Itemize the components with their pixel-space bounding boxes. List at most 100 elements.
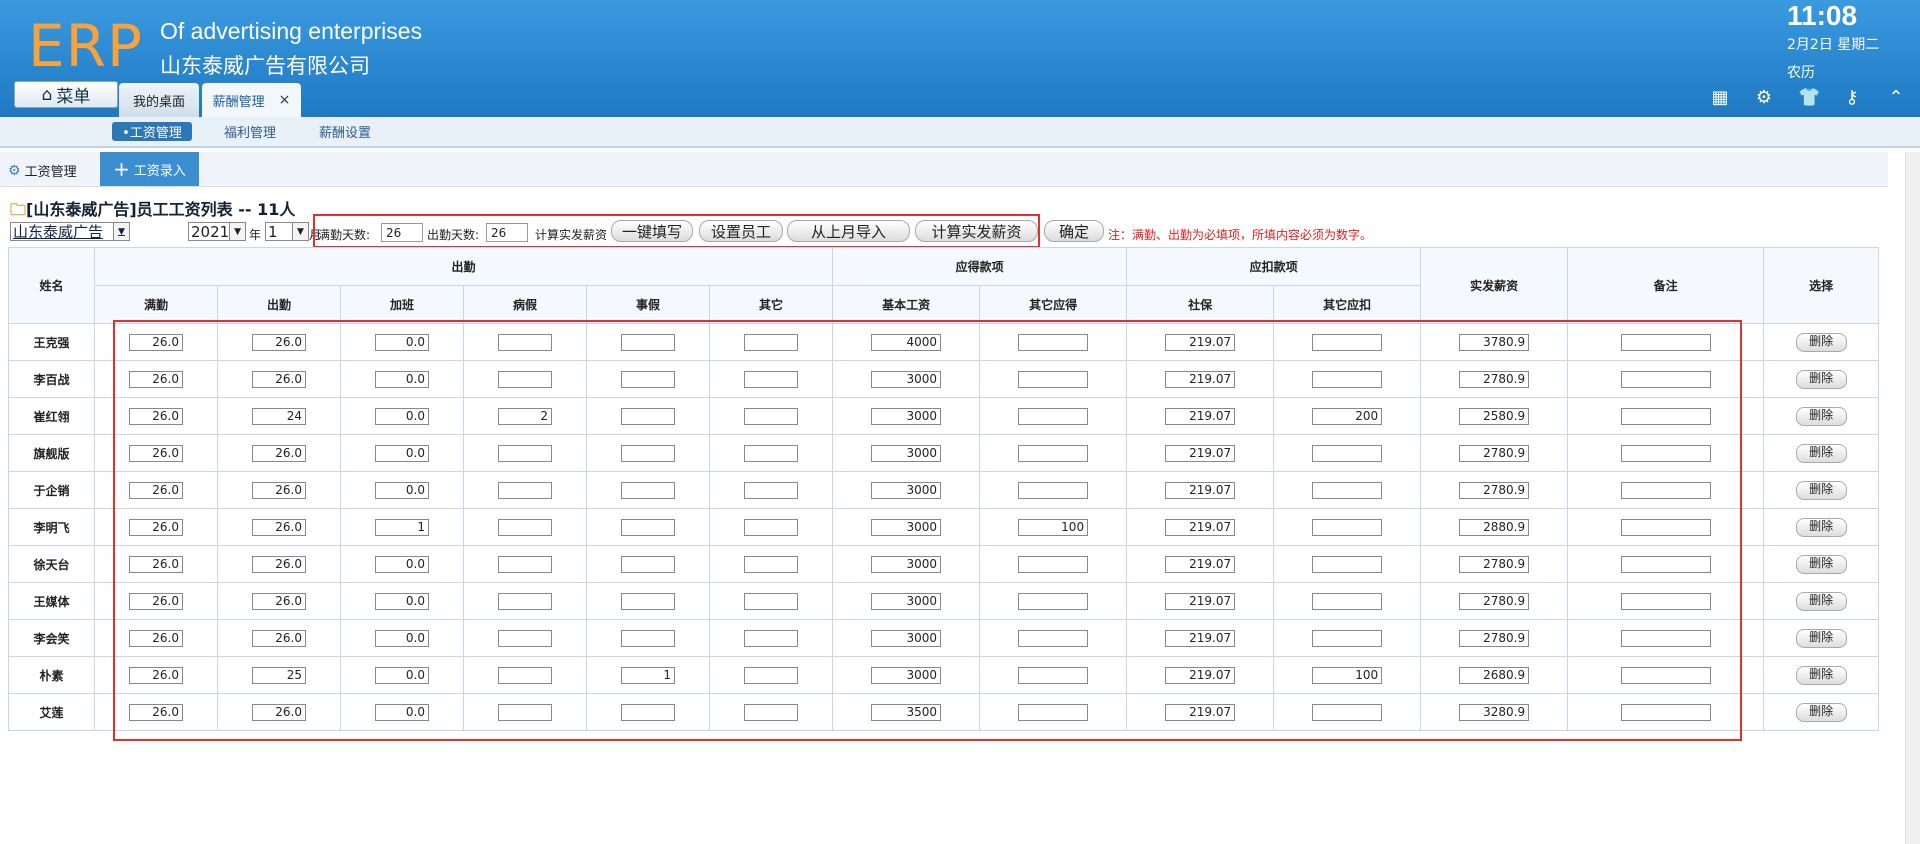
sick-input[interactable] [498, 481, 552, 499]
personal-input[interactable] [621, 518, 675, 536]
overtime-input[interactable]: 0.0 [375, 444, 429, 462]
remark-input[interactable] [1620, 518, 1711, 536]
other-deduct-input[interactable] [1312, 555, 1383, 573]
other-deduct-input[interactable] [1312, 370, 1383, 388]
vertical-scrollbar[interactable] [1905, 152, 1920, 844]
other-pay-input[interactable]: 100 [1018, 518, 1089, 536]
menu-button[interactable]: ⌂ 菜单 [14, 81, 118, 108]
full-input[interactable]: 26.0 [129, 370, 183, 388]
personal-input[interactable]: 1 [621, 666, 675, 684]
net-salary-input[interactable]: 2880.9 [1459, 518, 1530, 536]
attend-input[interactable]: 26.0 [252, 592, 306, 610]
salary-breadcrumb[interactable]: ⚙ 工资管理 [8, 161, 77, 181]
personal-input[interactable] [621, 370, 675, 388]
full-input[interactable]: 26.0 [129, 666, 183, 684]
attend-input[interactable]: 26.0 [252, 481, 306, 499]
other-pay-input[interactable] [1018, 666, 1089, 684]
net-salary-input[interactable]: 2780.9 [1459, 555, 1530, 573]
full-input[interactable]: 26.0 [129, 518, 183, 536]
full-input[interactable]: 26.0 [129, 333, 183, 351]
personal-input[interactable] [621, 592, 675, 610]
net-salary-input[interactable]: 2780.9 [1459, 481, 1530, 499]
sick-input[interactable] [498, 703, 552, 721]
gear-icon[interactable]: ⚙ [1754, 88, 1774, 108]
attend-input[interactable]: 26.0 [252, 444, 306, 462]
other-input[interactable] [744, 407, 799, 425]
remark-input[interactable] [1620, 370, 1711, 388]
other-deduct-input[interactable] [1312, 592, 1383, 610]
net-salary-input[interactable]: 2780.9 [1459, 629, 1530, 647]
social-input[interactable]: 219.07 [1165, 666, 1236, 684]
full-input[interactable]: 26.0 [129, 592, 183, 610]
sick-input[interactable] [498, 555, 552, 573]
remark-input[interactable] [1620, 481, 1711, 499]
other-deduct-input[interactable] [1312, 703, 1383, 721]
net-salary-input[interactable]: 2680.9 [1459, 666, 1530, 684]
other-pay-input[interactable] [1018, 481, 1089, 499]
base-salary-input[interactable]: 3000 [871, 370, 942, 388]
delete-button[interactable]: 删除 [1795, 591, 1847, 611]
full-input[interactable]: 26.0 [129, 629, 183, 647]
base-salary-input[interactable]: 3000 [871, 518, 942, 536]
net-salary-input[interactable]: 3280.9 [1459, 703, 1530, 721]
full-input[interactable]: 26.0 [129, 407, 183, 425]
grid-icon[interactable]: ▦ [1710, 88, 1730, 108]
other-pay-input[interactable] [1018, 333, 1089, 351]
personal-input[interactable] [621, 333, 675, 351]
remark-input[interactable] [1620, 703, 1711, 721]
net-salary-input[interactable]: 2780.9 [1459, 370, 1530, 388]
attend-input[interactable]: 26.0 [252, 518, 306, 536]
base-salary-input[interactable]: 3000 [871, 407, 942, 425]
overtime-input[interactable]: 0.0 [375, 481, 429, 499]
other-input[interactable] [744, 629, 799, 647]
base-salary-input[interactable]: 3000 [871, 592, 942, 610]
subnav-welfare-management[interactable]: 福利管理 [215, 122, 285, 141]
overtime-input[interactable]: 0.0 [375, 703, 429, 721]
key-icon[interactable]: ⚷ [1842, 88, 1862, 108]
social-input[interactable]: 219.07 [1165, 333, 1236, 351]
base-salary-input[interactable]: 3000 [871, 629, 942, 647]
sick-input[interactable] [498, 444, 552, 462]
remark-input[interactable] [1620, 333, 1711, 351]
social-input[interactable]: 219.07 [1165, 518, 1236, 536]
delete-button[interactable]: 删除 [1795, 443, 1847, 463]
net-salary-input[interactable]: 3780.9 [1459, 333, 1530, 351]
other-pay-input[interactable] [1018, 703, 1089, 721]
other-pay-input[interactable] [1018, 592, 1089, 610]
sick-input[interactable] [498, 333, 552, 351]
overtime-input[interactable]: 0.0 [375, 666, 429, 684]
sick-input[interactable] [498, 629, 552, 647]
other-deduct-input[interactable]: 200 [1312, 407, 1383, 425]
delete-button[interactable]: 删除 [1795, 702, 1847, 722]
full-input[interactable]: 26.0 [129, 481, 183, 499]
personal-input[interactable] [621, 444, 675, 462]
overtime-input[interactable]: 0.0 [375, 407, 429, 425]
net-salary-input[interactable]: 2580.9 [1459, 407, 1530, 425]
social-input[interactable]: 219.07 [1165, 703, 1236, 721]
remark-input[interactable] [1620, 555, 1711, 573]
full-input[interactable]: 26.0 [129, 444, 183, 462]
attend-input[interactable]: 26.0 [252, 555, 306, 573]
other-pay-input[interactable] [1018, 407, 1089, 425]
other-input[interactable] [744, 518, 799, 536]
other-input[interactable] [744, 555, 799, 573]
base-salary-input[interactable]: 3000 [871, 444, 942, 462]
base-salary-input[interactable]: 3000 [871, 481, 942, 499]
social-input[interactable]: 219.07 [1165, 555, 1236, 573]
other-deduct-input[interactable] [1312, 444, 1383, 462]
other-input[interactable] [744, 333, 799, 351]
base-salary-input[interactable]: 3500 [871, 703, 942, 721]
collapse-icon[interactable]: ⌃ [1886, 88, 1906, 108]
other-pay-input[interactable] [1018, 370, 1089, 388]
confirm-button[interactable]: 确定 [1044, 220, 1104, 242]
personal-input[interactable] [621, 703, 675, 721]
subnav-salary-management[interactable]: •工资管理 [112, 122, 192, 141]
base-salary-input[interactable]: 3000 [871, 555, 942, 573]
delete-button[interactable]: 删除 [1795, 517, 1847, 537]
other-pay-input[interactable] [1018, 555, 1089, 573]
company-select[interactable]: 山东泰威广告 ▼ [10, 222, 130, 241]
remark-input[interactable] [1620, 666, 1711, 684]
delete-button[interactable]: 删除 [1795, 628, 1847, 648]
tab-salary-management[interactable]: 薪酬管理 × [202, 83, 301, 117]
remark-input[interactable] [1620, 444, 1711, 462]
